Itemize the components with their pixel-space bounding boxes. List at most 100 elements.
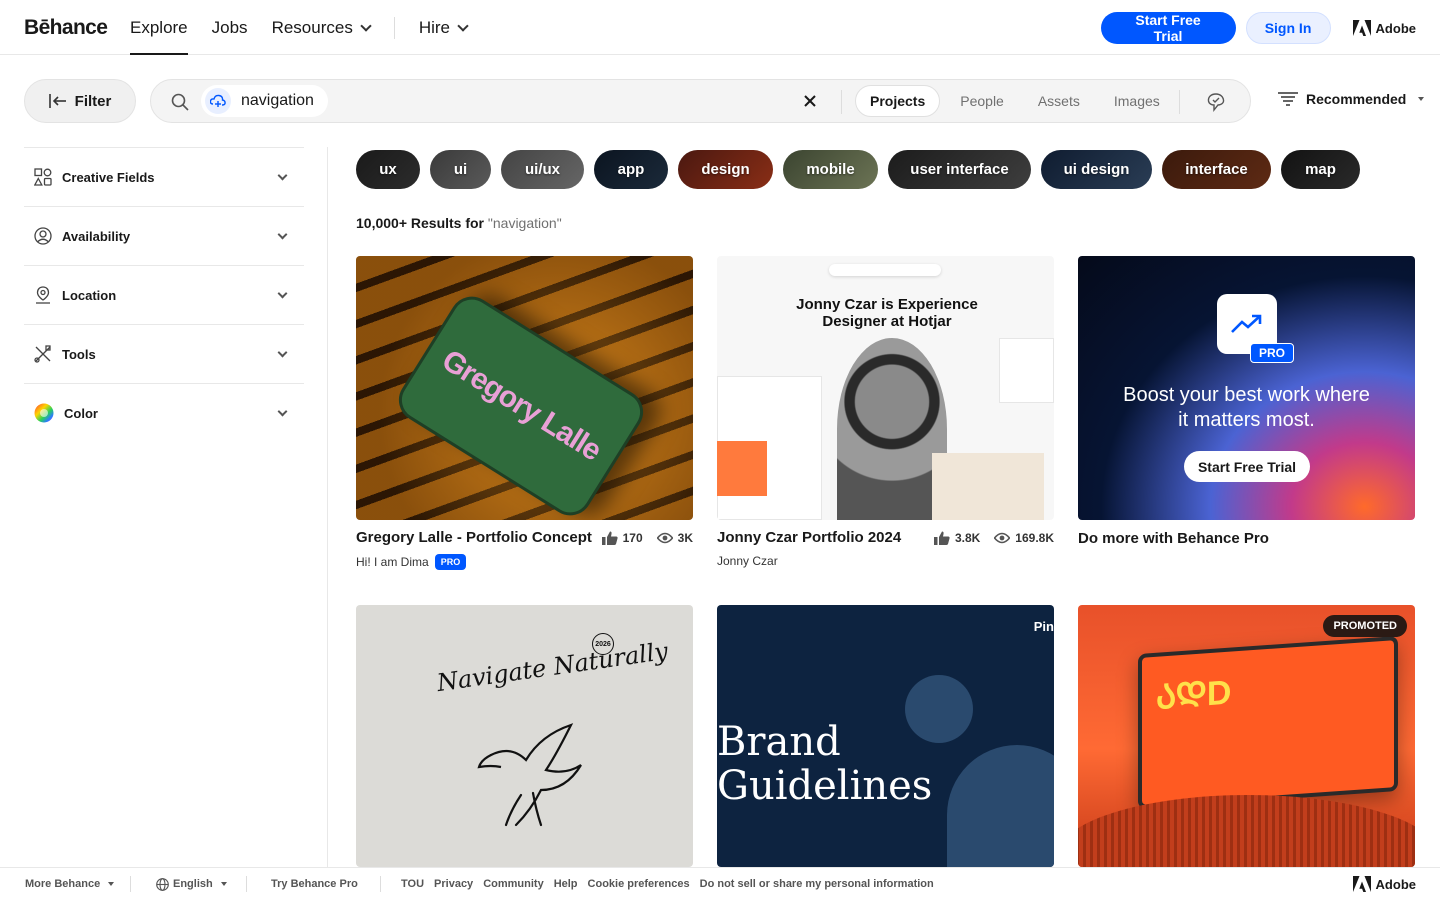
footer-link-help[interactable]: Help [554,878,578,890]
sidebar-divider [327,147,328,867]
tag-chip[interactable]: app [594,150,668,189]
brand-guidelines-title: Brand Guidelines [717,719,933,809]
start-free-trial-button[interactable]: Start Free Trial [1100,12,1236,44]
tag-chip[interactable]: user interface [888,150,1031,189]
search-bar[interactable]: navigation Projects People Assets Images [150,79,1251,123]
project-stats: 170 3K [601,531,693,545]
tools-icon [34,345,51,363]
project-thumbnail[interactable]: Pin Brand Guidelines [717,605,1054,867]
screen-logo-text: ᲐᲓD [1156,673,1232,717]
tab-projects[interactable]: Projects [855,85,941,117]
tag-chip[interactable]: design [678,150,773,189]
filter-sidebar: Creative Fields Availability Location To… [24,147,304,442]
tag-chip[interactable]: ui/ux [501,150,584,189]
project-title[interactable]: Jonny Czar Portfolio 2024 [717,529,901,546]
thumbs-up-icon [933,531,950,545]
behance-pro-promo-card[interactable]: PRO Boost your best work where it matter… [1078,256,1415,547]
likes-count: 170 [622,531,643,545]
clear-search-icon[interactable] [801,92,819,110]
nav-jobs[interactable]: Jobs [212,0,248,55]
caret-down-icon [220,882,227,886]
sidebar-item-label: Location [62,287,117,303]
chevron-down-icon [277,229,288,240]
project-author[interactable]: Jonny Czar [717,554,778,568]
author-name: Hi! I am Dima [356,555,429,569]
promoted-badge: PROMOTED [1323,615,1407,637]
filter-button[interactable]: Filter [24,79,136,123]
thumbs-up-icon [601,531,618,545]
project-thumbnail[interactable]: Navigate Naturally 2026 [356,605,693,867]
tab-images[interactable]: Images [1100,85,1174,117]
chevron-down-icon [277,288,288,299]
project-card[interactable]: Navigate Naturally 2026 [356,605,693,867]
footer-link-community[interactable]: Community [483,878,544,890]
nav-explore[interactable]: Explore [130,0,188,55]
results-count: 10,000+ Results for "navigation" [356,215,562,231]
nav-resources[interactable]: Resources [271,0,372,55]
language-selector[interactable]: English [156,877,227,891]
tab-people[interactable]: People [946,85,1018,117]
footer-link-privacy[interactable]: Privacy [434,878,473,890]
chevron-down-icon [457,19,469,32]
collapse-left-icon [48,94,66,108]
project-title[interactable]: Gregory Lalle - Portfolio Concept [356,529,592,546]
sort-label: Recommended [1306,91,1407,107]
footer-links: TOU Privacy Community Help Cookie prefer… [401,878,934,890]
header-actions: Start Free Trial Sign In Adobe [1100,12,1416,44]
globe-icon [156,877,169,891]
nav-hire-label: Hire [418,17,450,37]
adobe-label: Adobe [1375,876,1416,892]
language-label: English [173,878,213,890]
location-pin-icon [36,286,50,304]
footer-link-tou[interactable]: TOU [401,878,424,890]
more-behance-menu[interactable]: More Behance [25,878,115,890]
footer-adobe-link[interactable]: Adobe [1352,876,1416,892]
footer-link-cookie-preferences[interactable]: Cookie preferences [588,878,690,890]
tag-chip[interactable]: ui [430,150,491,189]
nav-explore-label: Explore [130,17,188,37]
project-thumbnail[interactable]: Gregory Lalle [356,256,693,520]
art-year-badge: 2026 [592,633,614,655]
search-query-text: navigation [241,92,314,109]
nav-jobs-label: Jobs [211,17,248,37]
portfolio-headline: Jonny Czar is Experience Designer at Hot… [796,296,978,330]
ai-search-icon [205,88,231,114]
nav-resources-label: Resources [271,17,353,37]
sign-in-button[interactable]: Sign In [1245,12,1331,44]
color-wheel-icon [34,403,54,423]
results-query-text: "navigation" [487,215,562,231]
promo-start-trial-button[interactable]: Start Free Trial [1184,451,1310,482]
sidebar-item-location[interactable]: Location [24,265,304,324]
adobe-link[interactable]: Adobe [1352,20,1416,36]
tag-chip[interactable]: map [1281,150,1360,189]
project-author[interactable]: Hi! I am Dima PRO [356,554,467,570]
tag-chip[interactable]: interface [1162,150,1271,189]
project-thumbnail[interactable]: ᲐᲓD PROMOTED [1078,605,1415,867]
caret-down-icon [108,882,115,886]
promo-title[interactable]: Do more with Behance Pro [1078,530,1269,547]
tag-chip[interactable]: ux [356,150,420,189]
project-card[interactable]: Gregory Lalle Gregory Lalle - Portfolio … [356,256,693,570]
tab-assets[interactable]: Assets [1024,85,1094,117]
person-circle-icon [34,227,52,245]
sidebar-item-availability[interactable]: Availability [24,206,304,265]
search-icon [171,93,189,111]
sidebar-item-creative-fields[interactable]: Creative Fields [24,147,304,206]
footer-link-do-not-sell[interactable]: Do not sell or share my personal informa… [700,878,934,890]
tag-chip[interactable]: ui design [1041,150,1152,189]
sort-dropdown[interactable]: Recommended [1278,91,1425,107]
project-thumbnail[interactable]: Jonny Czar is Experience Designer at Hot… [717,256,1054,520]
sidebar-item-color[interactable]: Color [24,383,304,442]
behance-logo[interactable]: Bēhance [24,16,108,40]
project-card[interactable]: ᲐᲓD PROMOTED [1078,605,1415,867]
footer-divider [246,876,247,892]
sidebar-item-tools[interactable]: Tools [24,324,304,383]
nav-hire[interactable]: Hire [418,0,469,55]
project-card[interactable]: Pin Brand Guidelines [717,605,1054,867]
try-behance-pro-link[interactable]: Try Behance Pro [271,878,358,890]
project-card[interactable]: Jonny Czar is Experience Designer at Hot… [717,256,1054,568]
idea-bubble-icon[interactable] [1206,92,1226,112]
tag-chip[interactable]: mobile [783,150,878,189]
author-name: Jonny Czar [717,554,778,568]
search-query-token[interactable]: navigation [201,85,328,117]
